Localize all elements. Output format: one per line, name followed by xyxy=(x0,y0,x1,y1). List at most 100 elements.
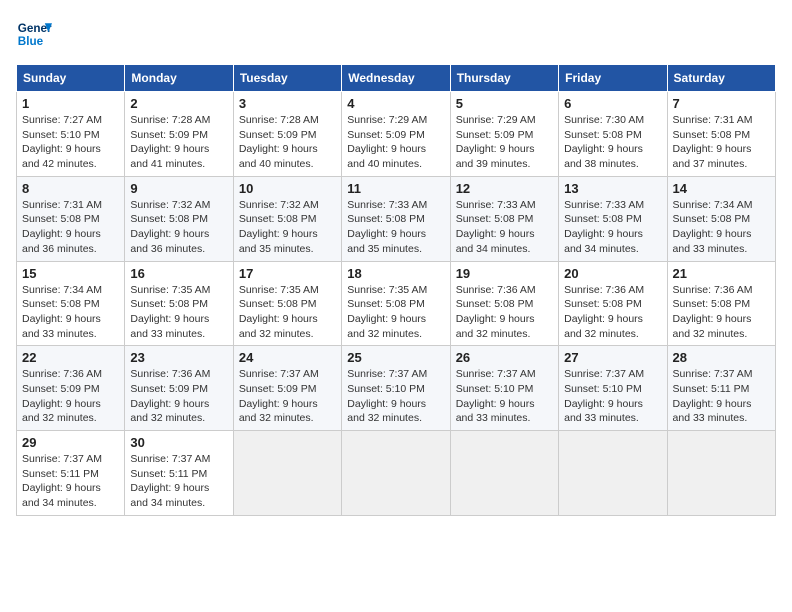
day-number: 27 xyxy=(564,350,661,365)
day-info: Sunrise: 7:27 AM Sunset: 5:10 PM Dayligh… xyxy=(22,113,119,172)
calendar-cell: 8Sunrise: 7:31 AM Sunset: 5:08 PM Daylig… xyxy=(17,176,125,261)
calendar-week-2: 8Sunrise: 7:31 AM Sunset: 5:08 PM Daylig… xyxy=(17,176,776,261)
calendar-cell: 30 Sunrise: 7:37 AM Sunset: 5:11 PM Dayli… xyxy=(125,431,233,516)
day-info: Sunrise: 7:36 AM Sunset: 5:09 PM Dayligh… xyxy=(130,367,227,426)
day-info: Sunrise: 7:37 AM Sunset: 5:10 PM Dayligh… xyxy=(564,367,661,426)
day-info: Sunrise: 7:29 AM Sunset: 5:09 PM Dayligh… xyxy=(456,113,553,172)
calendar-week-1: 1 Sunrise: 7:27 AM Sunset: 5:10 PM Daylig… xyxy=(17,92,776,177)
day-number: 23 xyxy=(130,350,227,365)
calendar-week-4: 22 Sunrise: 7:36 AM Sunset: 5:09 PM Dayli… xyxy=(17,346,776,431)
logo-icon: General Blue xyxy=(16,16,52,52)
header-thursday: Thursday xyxy=(450,65,558,92)
day-info: Sunrise: 7:37 AM Sunset: 5:09 PM Dayligh… xyxy=(239,367,336,426)
day-info: Sunrise: 7:34 AM Sunset: 5:08 PM Dayligh… xyxy=(22,283,119,342)
day-number: 14 xyxy=(673,181,770,196)
day-info: Sunrise: 7:36 AM Sunset: 5:08 PM Dayligh… xyxy=(673,283,770,342)
day-info: Sunrise: 7:31 AM Sunset: 5:08 PM Dayligh… xyxy=(673,113,770,172)
calendar-cell: 2 Sunrise: 7:28 AM Sunset: 5:09 PM Daylig… xyxy=(125,92,233,177)
calendar-cell: 11 Sunrise: 7:33 AM Sunset: 5:08 PM Dayli… xyxy=(342,176,450,261)
day-info: Sunrise: 7:37 AM Sunset: 5:11 PM Dayligh… xyxy=(22,452,119,511)
calendar-cell: 3 Sunrise: 7:28 AM Sunset: 5:09 PM Daylig… xyxy=(233,92,341,177)
day-number: 6 xyxy=(564,96,661,111)
calendar-cell: 9Sunrise: 7:32 AM Sunset: 5:08 PM Daylig… xyxy=(125,176,233,261)
calendar-cell: 25 Sunrise: 7:37 AM Sunset: 5:10 PM Dayli… xyxy=(342,346,450,431)
calendar-cell: 16 Sunrise: 7:35 AM Sunset: 5:08 PM Dayli… xyxy=(125,261,233,346)
day-number: 26 xyxy=(456,350,553,365)
day-info: Sunrise: 7:33 AM Sunset: 5:08 PM Dayligh… xyxy=(564,198,661,257)
day-number: 4 xyxy=(347,96,444,111)
day-info: Sunrise: 7:37 AM Sunset: 5:10 PM Dayligh… xyxy=(347,367,444,426)
day-number: 18 xyxy=(347,266,444,281)
day-info: Sunrise: 7:37 AM Sunset: 5:11 PM Dayligh… xyxy=(130,452,227,511)
header-wednesday: Wednesday xyxy=(342,65,450,92)
day-info: Sunrise: 7:36 AM Sunset: 5:08 PM Dayligh… xyxy=(564,283,661,342)
calendar-cell: 29Sunrise: 7:37 AM Sunset: 5:11 PM Dayli… xyxy=(17,431,125,516)
calendar-cell xyxy=(233,431,341,516)
calendar-cell: 14 Sunrise: 7:34 AM Sunset: 5:08 PM Dayli… xyxy=(667,176,775,261)
svg-text:Blue: Blue xyxy=(18,35,44,48)
header-sunday: Sunday xyxy=(17,65,125,92)
day-number: 2 xyxy=(130,96,227,111)
calendar-cell: 21Sunrise: 7:36 AM Sunset: 5:08 PM Dayli… xyxy=(667,261,775,346)
calendar-cell xyxy=(667,431,775,516)
day-number: 5 xyxy=(456,96,553,111)
day-info: Sunrise: 7:28 AM Sunset: 5:09 PM Dayligh… xyxy=(130,113,227,172)
day-info: Sunrise: 7:31 AM Sunset: 5:08 PM Dayligh… xyxy=(22,198,119,257)
day-number: 13 xyxy=(564,181,661,196)
day-number: 25 xyxy=(347,350,444,365)
day-info: Sunrise: 7:33 AM Sunset: 5:08 PM Dayligh… xyxy=(456,198,553,257)
day-info: Sunrise: 7:35 AM Sunset: 5:08 PM Dayligh… xyxy=(347,283,444,342)
header-monday: Monday xyxy=(125,65,233,92)
day-number: 11 xyxy=(347,181,444,196)
logo: General Blue xyxy=(16,16,52,52)
calendar-cell: 10Sunrise: 7:32 AM Sunset: 5:08 PM Dayli… xyxy=(233,176,341,261)
calendar-cell: 28Sunrise: 7:37 AM Sunset: 5:11 PM Dayli… xyxy=(667,346,775,431)
day-info: Sunrise: 7:36 AM Sunset: 5:08 PM Dayligh… xyxy=(456,283,553,342)
page-header: General Blue xyxy=(16,16,776,52)
day-number: 19 xyxy=(456,266,553,281)
calendar-table: SundayMondayTuesdayWednesdayThursdayFrid… xyxy=(16,64,776,516)
day-number: 24 xyxy=(239,350,336,365)
day-number: 3 xyxy=(239,96,336,111)
day-info: Sunrise: 7:34 AM Sunset: 5:08 PM Dayligh… xyxy=(673,198,770,257)
calendar-cell: 13 Sunrise: 7:33 AM Sunset: 5:08 PM Dayli… xyxy=(559,176,667,261)
calendar-week-5: 29Sunrise: 7:37 AM Sunset: 5:11 PM Dayli… xyxy=(17,431,776,516)
calendar-cell: 20 Sunrise: 7:36 AM Sunset: 5:08 PM Dayli… xyxy=(559,261,667,346)
day-number: 9 xyxy=(130,181,227,196)
day-number: 7 xyxy=(673,96,770,111)
calendar-cell: 12 Sunrise: 7:33 AM Sunset: 5:08 PM Dayli… xyxy=(450,176,558,261)
calendar-header-row: SundayMondayTuesdayWednesdayThursdayFrid… xyxy=(17,65,776,92)
day-info: Sunrise: 7:29 AM Sunset: 5:09 PM Dayligh… xyxy=(347,113,444,172)
calendar-cell: 7 Sunrise: 7:31 AM Sunset: 5:08 PM Daylig… xyxy=(667,92,775,177)
calendar-cell: 27 Sunrise: 7:37 AM Sunset: 5:10 PM Dayli… xyxy=(559,346,667,431)
calendar-cell: 5 Sunrise: 7:29 AM Sunset: 5:09 PM Daylig… xyxy=(450,92,558,177)
calendar-cell xyxy=(450,431,558,516)
calendar-week-3: 15Sunrise: 7:34 AM Sunset: 5:08 PM Dayli… xyxy=(17,261,776,346)
day-number: 22 xyxy=(22,350,119,365)
calendar-cell: 6Sunrise: 7:30 AM Sunset: 5:08 PM Daylig… xyxy=(559,92,667,177)
day-info: Sunrise: 7:32 AM Sunset: 5:08 PM Dayligh… xyxy=(239,198,336,257)
day-info: Sunrise: 7:35 AM Sunset: 5:08 PM Dayligh… xyxy=(130,283,227,342)
header-saturday: Saturday xyxy=(667,65,775,92)
calendar-cell: 18 Sunrise: 7:35 AM Sunset: 5:08 PM Dayli… xyxy=(342,261,450,346)
header-friday: Friday xyxy=(559,65,667,92)
day-info: Sunrise: 7:35 AM Sunset: 5:08 PM Dayligh… xyxy=(239,283,336,342)
day-number: 12 xyxy=(456,181,553,196)
calendar-cell: 17 Sunrise: 7:35 AM Sunset: 5:08 PM Dayli… xyxy=(233,261,341,346)
day-number: 17 xyxy=(239,266,336,281)
day-number: 20 xyxy=(564,266,661,281)
calendar-cell: 15Sunrise: 7:34 AM Sunset: 5:08 PM Dayli… xyxy=(17,261,125,346)
calendar-cell: 22 Sunrise: 7:36 AM Sunset: 5:09 PM Dayli… xyxy=(17,346,125,431)
calendar-cell: 4 Sunrise: 7:29 AM Sunset: 5:09 PM Daylig… xyxy=(342,92,450,177)
day-info: Sunrise: 7:28 AM Sunset: 5:09 PM Dayligh… xyxy=(239,113,336,172)
day-info: Sunrise: 7:33 AM Sunset: 5:08 PM Dayligh… xyxy=(347,198,444,257)
day-info: Sunrise: 7:36 AM Sunset: 5:09 PM Dayligh… xyxy=(22,367,119,426)
day-number: 30 xyxy=(130,435,227,450)
day-number: 16 xyxy=(130,266,227,281)
calendar-cell: 19 Sunrise: 7:36 AM Sunset: 5:08 PM Dayli… xyxy=(450,261,558,346)
calendar-cell xyxy=(342,431,450,516)
calendar-cell: 23 Sunrise: 7:36 AM Sunset: 5:09 PM Dayli… xyxy=(125,346,233,431)
day-info: Sunrise: 7:37 AM Sunset: 5:10 PM Dayligh… xyxy=(456,367,553,426)
day-info: Sunrise: 7:37 AM Sunset: 5:11 PM Dayligh… xyxy=(673,367,770,426)
day-number: 1 xyxy=(22,96,119,111)
